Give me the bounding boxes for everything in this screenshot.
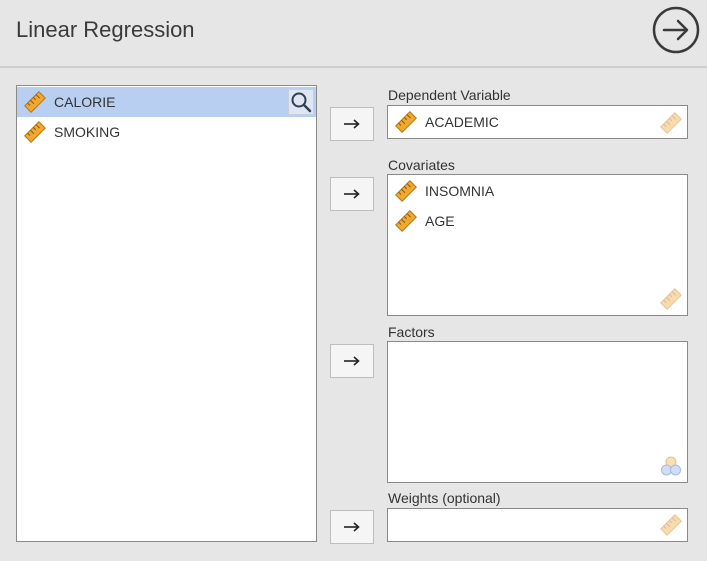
arrow-right-icon	[344, 119, 360, 129]
dependent-item-academic[interactable]: ACADEMIC	[388, 106, 687, 138]
arrow-right-icon	[344, 189, 360, 199]
circle-arrow-right-icon	[652, 6, 700, 54]
search-button[interactable]	[288, 89, 314, 115]
variable-label: AGE	[425, 213, 455, 229]
variable-item-smoking[interactable]: SMOKING	[17, 117, 316, 147]
ruler-icon	[395, 180, 417, 202]
ruler-hint-icon	[660, 288, 682, 310]
page-title: Linear Regression	[16, 17, 195, 42]
source-variable-list[interactable]: CALORIE SMOKING	[16, 85, 317, 542]
covariate-item-age[interactable]: AGE	[388, 206, 687, 236]
covariates-box[interactable]: INSOMNIA AGE	[387, 174, 688, 316]
variable-label: CALORIE	[54, 94, 116, 110]
covariate-item-insomnia[interactable]: INSOMNIA	[388, 176, 687, 206]
weights-box[interactable]	[387, 508, 688, 542]
ruler-hint-icon	[660, 514, 682, 536]
run-button[interactable]	[652, 6, 700, 54]
header-divider	[0, 66, 707, 68]
weights-label: Weights (optional)	[388, 490, 501, 506]
magnifier-icon	[291, 92, 312, 113]
ruler-icon	[395, 210, 417, 232]
factors-box[interactable]	[387, 341, 688, 483]
dependent-variable-label: Dependent Variable	[388, 87, 511, 103]
ruler-icon	[395, 111, 417, 133]
ruler-hint-icon	[660, 112, 682, 134]
covariates-label: Covariates	[388, 157, 455, 173]
factors-label: Factors	[388, 324, 435, 340]
arrow-right-icon	[344, 522, 360, 532]
ruler-icon	[24, 91, 46, 113]
variable-label: ACADEMIC	[425, 114, 499, 130]
move-to-dependent-button[interactable]	[330, 107, 374, 141]
nominal-circles-icon	[661, 456, 681, 476]
variable-label: INSOMNIA	[425, 183, 495, 199]
dependent-variable-box[interactable]: ACADEMIC	[387, 105, 688, 139]
ruler-icon	[24, 121, 46, 143]
move-to-covariates-button[interactable]	[330, 177, 374, 211]
move-to-factors-button[interactable]	[330, 344, 374, 378]
arrow-right-icon	[344, 356, 360, 366]
variable-item-calorie[interactable]: CALORIE	[17, 87, 316, 117]
variable-label: SMOKING	[54, 124, 121, 140]
move-to-weights-button[interactable]	[330, 510, 374, 544]
